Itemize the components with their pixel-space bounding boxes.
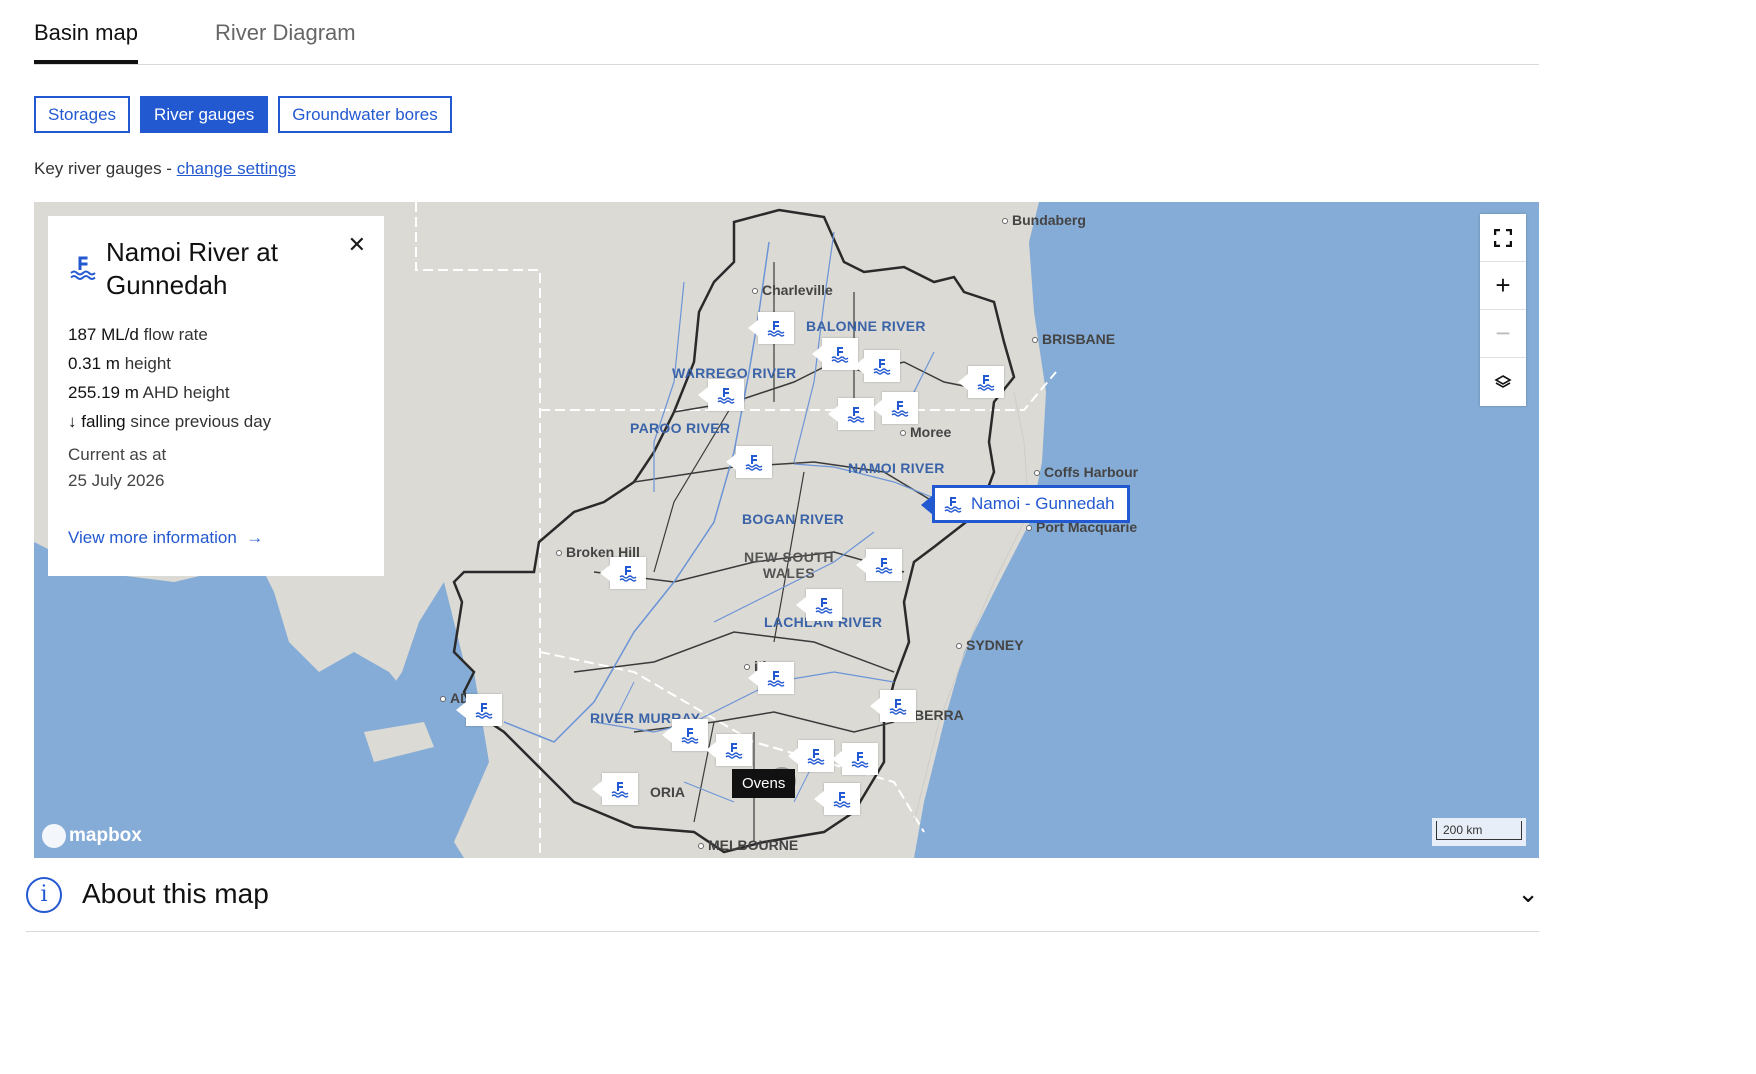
gauge-marker[interactable] bbox=[600, 557, 646, 589]
gauge-icon bbox=[725, 743, 743, 759]
gauge-marker[interactable] bbox=[812, 338, 858, 370]
flow-rate: 187 ML/d flow rate bbox=[68, 325, 208, 344]
gauge-icon bbox=[475, 703, 493, 719]
layers-icon[interactable] bbox=[1480, 358, 1526, 406]
gauge-icon bbox=[807, 749, 825, 765]
tab-bar: Basin map River Diagram bbox=[34, 0, 1539, 65]
info-icon: i bbox=[26, 877, 62, 913]
label-paroo-river: PAROO RIVER bbox=[630, 420, 731, 436]
gauge-marker[interactable] bbox=[456, 694, 502, 726]
view-more-link[interactable]: View more information → bbox=[68, 528, 263, 548]
as-at-label: Current as at bbox=[68, 445, 167, 464]
map-controls: + − bbox=[1480, 214, 1526, 406]
gauge-icon bbox=[619, 566, 637, 582]
gauge-marker[interactable] bbox=[814, 783, 860, 815]
gauge-marker[interactable] bbox=[726, 446, 772, 478]
place-bundaberg: Bundaberg bbox=[1002, 212, 1086, 228]
gauge-icon bbox=[70, 256, 96, 280]
gauge-icon bbox=[873, 359, 891, 375]
gauge-icon bbox=[944, 497, 962, 513]
place-coffs-harbour: Coffs Harbour bbox=[1034, 464, 1138, 480]
place-sydney: SYDNEY bbox=[956, 637, 1024, 653]
gauge-icon bbox=[977, 375, 995, 391]
groundwater-bores-button[interactable]: Groundwater bores bbox=[278, 96, 452, 133]
popup-title: Namoi River at Gunnedah bbox=[106, 237, 278, 300]
gauge-marker[interactable] bbox=[856, 549, 902, 581]
gauge-icon bbox=[815, 598, 833, 614]
gauge-marker[interactable] bbox=[706, 734, 752, 766]
as-at-date: 25 July 2026 bbox=[68, 471, 165, 490]
gauge-marker[interactable] bbox=[748, 662, 794, 694]
gauge-marker[interactable] bbox=[788, 740, 834, 772]
gauge-marker[interactable] bbox=[854, 350, 900, 382]
zoom-in-icon[interactable]: + bbox=[1480, 262, 1526, 310]
gauge-marker[interactable] bbox=[662, 719, 708, 751]
gauge-icon bbox=[745, 455, 763, 471]
arrow-right-icon: → bbox=[241, 528, 264, 547]
gauge-icon bbox=[767, 321, 785, 337]
gauge-icon bbox=[891, 401, 909, 417]
current-as-at: Current as at 25 July 2026 bbox=[68, 442, 166, 494]
gauge-marker[interactable] bbox=[796, 589, 842, 621]
height: 0.31 m height bbox=[68, 354, 172, 373]
gauge-marker[interactable] bbox=[832, 743, 878, 775]
hover-tooltip: Ovens bbox=[732, 769, 796, 798]
gauge-marker[interactable] bbox=[872, 392, 918, 424]
label-balonne-river: BALONNE RIVER bbox=[806, 318, 926, 334]
change-settings-link[interactable]: change settings bbox=[177, 159, 296, 178]
gauge-marker[interactable] bbox=[592, 773, 638, 805]
selected-gauge-label: Namoi - Gunnedah bbox=[971, 494, 1115, 513]
label-new-south-wales: NEW SOUTH WALES bbox=[743, 549, 835, 581]
trend: ↓ falling since previous day bbox=[68, 412, 272, 431]
tab-basin-map[interactable]: Basin map bbox=[34, 20, 138, 64]
gauge-popup: Namoi River at Gunnedah ✕ 187 ML/d flow … bbox=[48, 216, 384, 576]
mapbox-logo: mapbox bbox=[42, 824, 142, 848]
gauge-icon bbox=[767, 671, 785, 687]
gauge-icon bbox=[717, 388, 735, 404]
place-charleville: Charleville bbox=[752, 282, 833, 298]
basin-map[interactable]: Bundaberg BRISBANE Charleville Moree Cof… bbox=[34, 202, 1539, 858]
popup-stats: 187 ML/d flow rate 0.31 m height 255.19 … bbox=[68, 320, 271, 436]
fullscreen-icon[interactable] bbox=[1480, 214, 1526, 262]
key-gauges-line: Key river gauges - change settings bbox=[34, 159, 296, 179]
place-canberra: BERRA bbox=[914, 707, 964, 723]
close-icon[interactable]: ✕ bbox=[348, 232, 366, 258]
scale-bar: 200 km bbox=[1432, 818, 1526, 846]
gauge-icon bbox=[831, 347, 849, 363]
gauge-marker[interactable] bbox=[828, 398, 874, 430]
gauge-icon bbox=[851, 752, 869, 768]
key-gauges-label: Key river gauges - bbox=[34, 159, 177, 178]
zoom-out-icon[interactable]: − bbox=[1480, 310, 1526, 358]
gauge-marker[interactable] bbox=[698, 379, 744, 411]
gauge-icon bbox=[611, 782, 629, 798]
about-title: About this map bbox=[82, 878, 269, 909]
gauge-marker[interactable] bbox=[748, 312, 794, 344]
tab-river-diagram[interactable]: River Diagram bbox=[215, 20, 356, 46]
chevron-down-icon[interactable]: ⌄ bbox=[1517, 878, 1539, 909]
gauge-icon bbox=[875, 558, 893, 574]
place-melbourne: MELBOURNE bbox=[698, 837, 798, 853]
label-bogan-river: BOGAN RIVER bbox=[742, 511, 845, 527]
place-brisbane: BRISBANE bbox=[1032, 331, 1115, 347]
place-victoria: ORIA bbox=[650, 784, 685, 800]
ahd-height: 255.19 m AHD height bbox=[68, 383, 230, 402]
river-gauges-button[interactable]: River gauges bbox=[140, 96, 269, 133]
gauge-icon bbox=[681, 728, 699, 744]
place-moree: Moree bbox=[900, 424, 951, 440]
gauge-marker[interactable] bbox=[870, 690, 916, 722]
gauge-marker[interactable] bbox=[958, 366, 1004, 398]
about-accordion[interactable]: i About this map ⌄ bbox=[26, 860, 1539, 932]
layer-filters: Storages River gauges Groundwater bores bbox=[34, 96, 452, 133]
gauge-icon bbox=[833, 792, 851, 808]
selected-gauge-marker[interactable]: Namoi - Gunnedah bbox=[921, 485, 1130, 523]
label-namoi-river: NAMOI RIVER bbox=[848, 460, 945, 476]
gauge-icon bbox=[847, 407, 865, 423]
storages-button[interactable]: Storages bbox=[34, 96, 131, 133]
gauge-icon bbox=[889, 699, 907, 715]
